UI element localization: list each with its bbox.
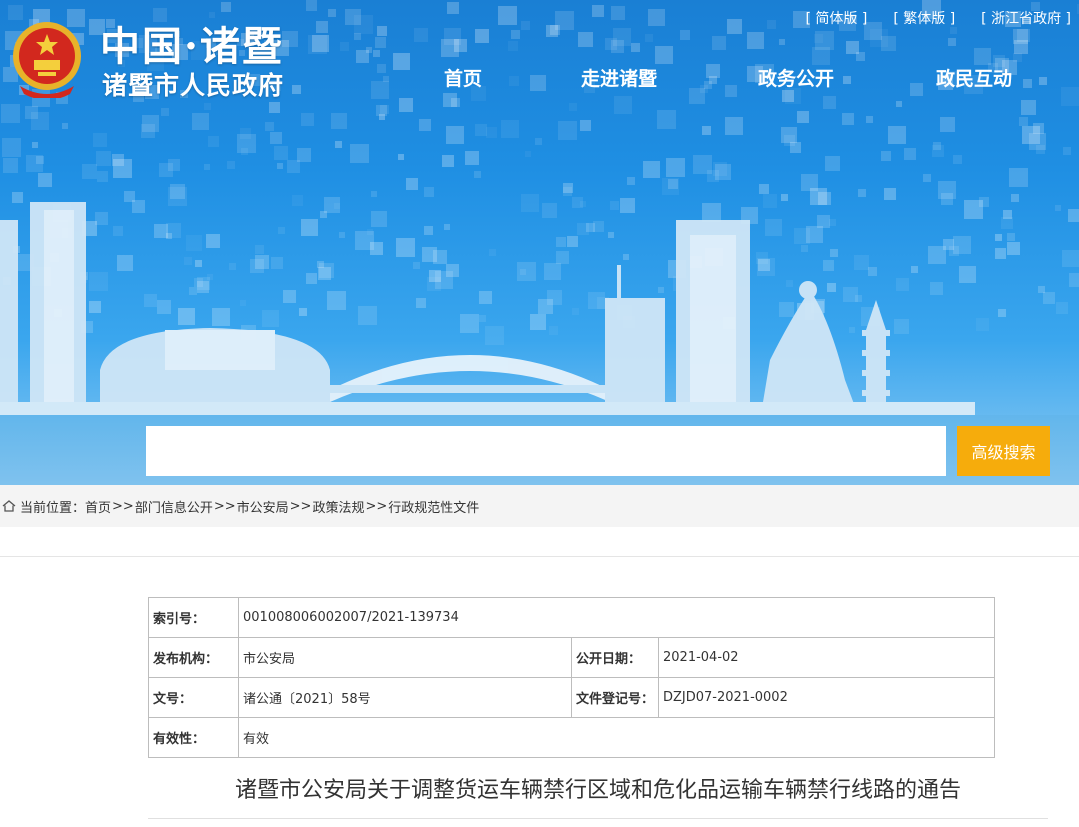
table-row: 索引号： 001008006002007/2021-139734 [148, 597, 995, 638]
breadcrumb-prefix: 当前位置： [20, 500, 86, 516]
main-nav: 首页 走进诸暨 政务公开 政民互动 [0, 64, 1079, 94]
table-row: 文号： 诸公通〔2021〕58号 文件登记号： DZJD07-2021-0002 [148, 677, 995, 718]
date-label: 公开日期： [571, 637, 659, 678]
breadcrumb-department-info[interactable]: 部门信息公开 [135, 497, 213, 516]
breadcrumb: 当前位置： 首页 >> 部门信息公开 >> 市公安局 >> 政策法规 >> 行政… [0, 485, 1079, 527]
docno-value: 诸公通〔2021〕58号 [238, 677, 572, 718]
nav-about-zhuji[interactable]: 走进诸暨 [581, 64, 657, 91]
title-underline [148, 818, 1048, 819]
breadcrumb-home[interactable]: 首页 [85, 497, 111, 516]
index-label: 索引号： [148, 597, 239, 638]
breadcrumb-policy[interactable]: 政策法规 [312, 497, 364, 516]
docno-label: 文号： [148, 677, 239, 718]
advanced-search-button[interactable]: 高级搜索 [957, 426, 1050, 476]
breadcrumb-public-security[interactable]: 市公安局 [237, 497, 289, 516]
top-links: [ 简体版 ] [ 繁体版 ] [ 浙江省政府 ] [806, 8, 1071, 28]
nav-public-interaction[interactable]: 政民互动 [936, 64, 1012, 91]
document-info-table: 索引号： 001008006002007/2021-139734 发布机构： 市… [148, 597, 995, 758]
search-input[interactable] [146, 426, 946, 476]
validity-value: 有效 [238, 717, 995, 758]
validity-label: 有效性： [148, 717, 239, 758]
table-row: 发布机构： 市公安局 公开日期： 2021-04-02 [148, 637, 995, 678]
city-skyline-illustration [0, 202, 975, 422]
regno-value: DZJD07-2021-0002 [658, 677, 995, 718]
header-banner: 中国·诸暨 诸暨市人民政府 [ 简体版 ] [ 繁体版 ] [ 浙江省政府 ] … [0, 0, 1079, 485]
link-simplified[interactable]: [ 简体版 ] [806, 8, 868, 28]
document-title: 诸暨市公安局关于调整货运车辆禁行区域和危化品运输车辆禁行线路的通告 [234, 778, 961, 803]
breadcrumb-separator: >> [289, 498, 312, 514]
index-value: 001008006002007/2021-139734 [238, 597, 995, 638]
breadcrumb-separator: >> [112, 498, 134, 514]
publisher-label: 发布机构： [148, 637, 239, 678]
home-icon [2, 500, 16, 512]
nav-government-affairs[interactable]: 政务公开 [758, 64, 834, 91]
date-value: 2021-04-02 [658, 637, 995, 678]
breadcrumb-separator: >> [365, 498, 388, 514]
breadcrumb-normative-docs[interactable]: 行政规范性文件 [388, 497, 479, 516]
nav-home[interactable]: 首页 [444, 64, 482, 91]
breadcrumb-separator: >> [213, 498, 236, 514]
divider [0, 556, 1079, 557]
table-row: 有效性： 有效 [148, 717, 995, 758]
link-traditional[interactable]: [ 繁体版 ] [893, 8, 955, 28]
link-zhejiang-gov[interactable]: [ 浙江省政府 ] [981, 8, 1071, 28]
publisher-value: 市公安局 [238, 637, 572, 678]
regno-label: 文件登记号： [571, 677, 659, 718]
